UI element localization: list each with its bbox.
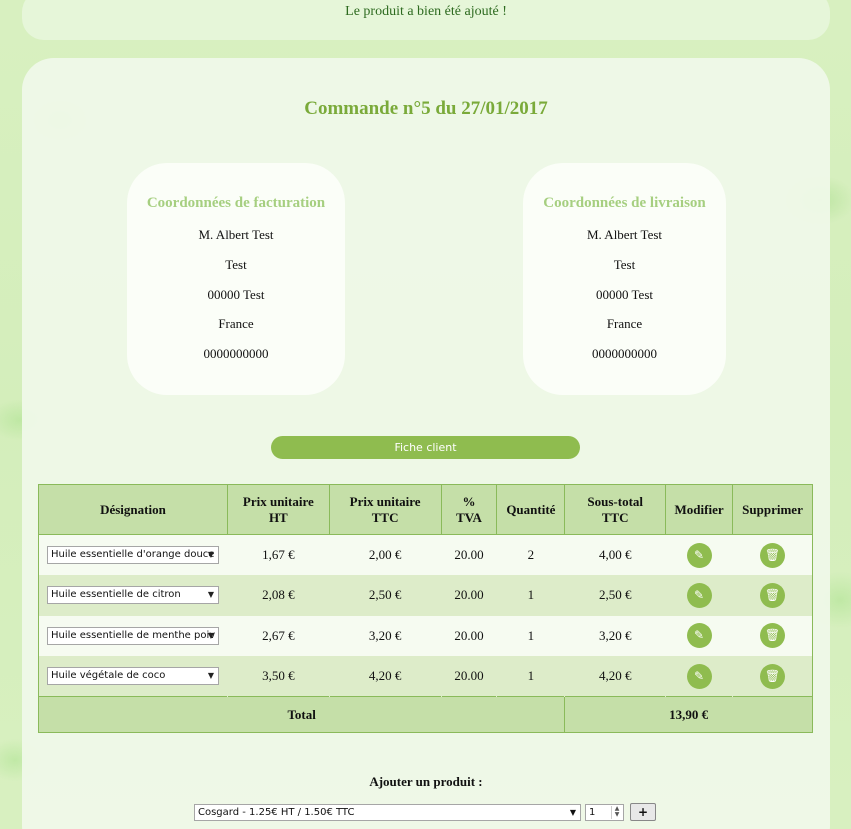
tva-cell: 20.00 bbox=[441, 534, 497, 575]
shipping-street: Test bbox=[613, 256, 636, 272]
shipping-phone: 0000000000 bbox=[592, 346, 657, 362]
total-value: 13,90 € bbox=[564, 696, 813, 733]
header-prix-ht: Prix unitaire HT bbox=[226, 484, 330, 535]
billing-city: 00000 Test bbox=[207, 286, 265, 302]
trash-icon[interactable]: 🗑 bbox=[760, 663, 786, 689]
add-product-select[interactable]: Cosgard - 1.25€ HT / 1.50€ TTC ▼ bbox=[194, 804, 581, 821]
add-product-button[interactable]: + bbox=[630, 803, 656, 821]
header-sous-total: Sous-total TTC bbox=[564, 484, 667, 535]
sous-total-cell: 4,20 € bbox=[564, 656, 666, 697]
product-select[interactable]: Huile essentielle de citron ▼ bbox=[46, 586, 219, 605]
header-prix-ttc: Prix unitaire TTC bbox=[328, 484, 442, 535]
chevron-down-icon: ▼ bbox=[207, 630, 214, 640]
tva-cell: 20.00 bbox=[441, 615, 497, 656]
quantity-stepper[interactable]: 1 ▲ ▼ bbox=[585, 804, 624, 821]
billing-name: M. Albert Test bbox=[198, 227, 274, 242]
product-select[interactable]: Huile essentielle de menthe poiv ▼ bbox=[46, 626, 219, 645]
shipping-city: 00000 Test bbox=[596, 286, 653, 302]
billing-street: Test bbox=[225, 256, 247, 272]
tva-cell: 20.00 bbox=[441, 656, 497, 697]
success-notice: Le produit a bien été ajouté ! bbox=[22, 0, 830, 40]
header-quantite: Quantité bbox=[496, 484, 566, 535]
trash-icon[interactable]: 🗑 bbox=[760, 542, 786, 568]
sous-total-cell: 4,00 € bbox=[564, 534, 666, 575]
header-modifier: Modifier bbox=[665, 484, 734, 535]
shipping-country: France bbox=[606, 316, 643, 332]
prix-ttc-cell: 2,00 € bbox=[329, 534, 441, 575]
plus-icon: + bbox=[637, 805, 649, 819]
sous-total-cell: 3,20 € bbox=[564, 615, 666, 656]
total-row: Total 13,90 € bbox=[37, 696, 813, 733]
order-panel: Commande n°5 du 27/01/2017 Coordonnées d… bbox=[22, 58, 830, 829]
table-row: Huile essentielle d'orange douce ▼ 1,67 €… bbox=[38, 534, 813, 575]
header-designation: Désignation bbox=[38, 484, 228, 535]
total-label: Total bbox=[37, 696, 566, 733]
prix-ht-cell: 2,67 € bbox=[227, 615, 330, 656]
page-title: Commande n°5 du 27/01/2017 bbox=[304, 98, 548, 119]
table-row: Huile essentielle de citron ▼ 2,08 € 2,50… bbox=[38, 575, 813, 616]
shipping-name: M. Albert Test bbox=[586, 227, 663, 242]
table-row: Huile végétale de coco ▼ 3,50 € 4,20 € 20… bbox=[38, 656, 813, 697]
chevron-down-icon: ▼ bbox=[569, 808, 576, 817]
product-select[interactable]: Huile végétale de coco ▼ bbox=[46, 667, 219, 685]
quantite-cell: 2 bbox=[496, 534, 565, 575]
fiche-client-button[interactable]: Fiche client bbox=[271, 436, 580, 459]
chevron-down-icon: ▼ bbox=[207, 550, 214, 559]
prix-ht-cell: 1,67 € bbox=[227, 534, 330, 575]
prix-ttc-cell: 2,50 € bbox=[329, 575, 441, 616]
quantite-cell: 1 bbox=[496, 656, 565, 697]
billing-phone: 0000000000 bbox=[203, 346, 269, 362]
prix-ttc-cell: 4,20 € bbox=[329, 656, 441, 697]
pencil-icon[interactable]: ✎ bbox=[686, 663, 712, 689]
pencil-icon[interactable]: ✎ bbox=[686, 582, 712, 608]
header-supprimer: Supprimer bbox=[732, 484, 813, 535]
quantite-cell: 1 bbox=[496, 575, 565, 616]
shipping-heading: Coordonnées de livraison bbox=[543, 195, 706, 211]
billing-country: France bbox=[218, 316, 254, 332]
trash-icon[interactable]: 🗑 bbox=[760, 582, 786, 608]
trash-icon[interactable]: 🗑 bbox=[760, 623, 786, 649]
prix-ht-cell: 2,08 € bbox=[227, 575, 330, 616]
prix-ht-cell: 3,50 € bbox=[227, 656, 330, 697]
sous-total-cell: 2,50 € bbox=[564, 575, 666, 616]
header-tva: % TVA bbox=[440, 484, 498, 535]
pencil-icon[interactable]: ✎ bbox=[686, 623, 712, 649]
quantite-cell: 1 bbox=[496, 615, 565, 656]
add-product-label: Ajouter un produit : bbox=[369, 774, 483, 789]
chevron-down-icon: ▼ bbox=[207, 671, 214, 680]
shipping-address-card: Coordonnées de livraison M. Albert Test … bbox=[523, 163, 726, 395]
tva-cell: 20.00 bbox=[441, 575, 497, 616]
pencil-icon[interactable]: ✎ bbox=[686, 542, 712, 568]
product-select[interactable]: Huile essentielle d'orange douce ▼ bbox=[46, 546, 219, 564]
billing-heading: Coordonnées de facturation bbox=[146, 195, 326, 211]
table-row: Huile essentielle de menthe poiv ▼ 2,67 €… bbox=[38, 615, 813, 656]
prix-ttc-cell: 3,20 € bbox=[329, 615, 441, 656]
order-table: Désignation Prix unitaire HT Prix unitair… bbox=[37, 484, 813, 733]
billing-address-card: Coordonnées de facturation M. Albert Tes… bbox=[127, 163, 345, 395]
spinner-arrows-icon[interactable]: ▲ ▼ bbox=[611, 806, 622, 819]
chevron-down-icon: ▼ bbox=[207, 590, 214, 600]
